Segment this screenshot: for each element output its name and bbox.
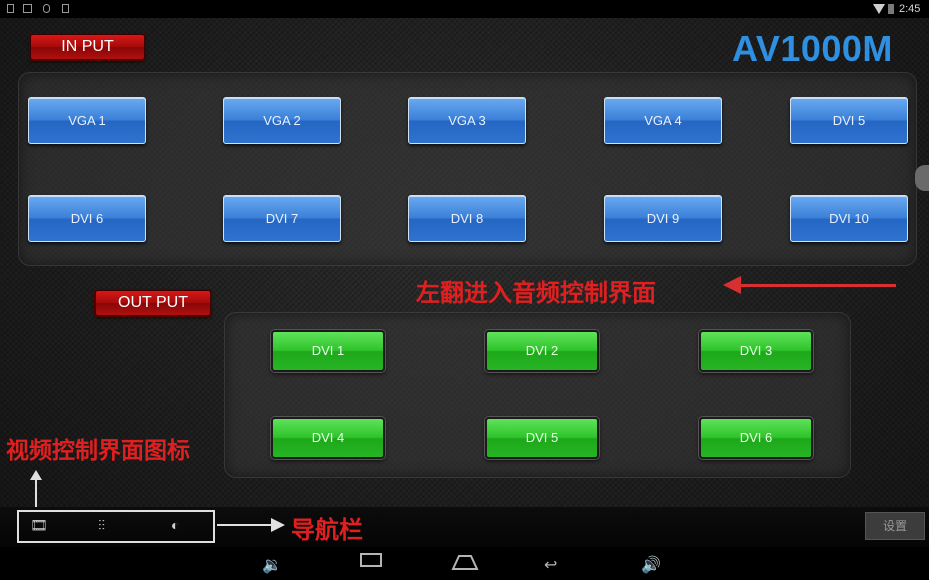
annotation-arrow-right-head bbox=[271, 518, 285, 532]
input-button-dvi-5[interactable]: DVI 5 bbox=[790, 97, 908, 144]
input-button-dvi-6[interactable]: DVI 6 bbox=[28, 195, 146, 242]
output-button-dvi-6[interactable]: DVI 6 bbox=[699, 417, 813, 459]
sd-card-icon bbox=[62, 4, 69, 13]
shield-notification-icon bbox=[43, 4, 50, 13]
output-button-dvi-4[interactable]: DVI 4 bbox=[271, 417, 385, 459]
app-screen: 2:45 IN PUT AV1000M VGA 1 VGA 2 VGA 3 VG… bbox=[0, 0, 929, 580]
input-section-label: IN PUT bbox=[30, 34, 145, 60]
annotation-arrow-left-head bbox=[723, 276, 741, 294]
input-button-vga-4[interactable]: VGA 4 bbox=[604, 97, 722, 144]
image-notification-icon bbox=[23, 4, 32, 13]
settings-button[interactable]: 设置 bbox=[865, 512, 925, 540]
status-bar: 2:45 bbox=[0, 0, 929, 18]
output-button-dvi-2[interactable]: DVI 2 bbox=[485, 330, 599, 372]
notification-icon bbox=[7, 4, 14, 13]
output-button-dvi-3[interactable]: DVI 3 bbox=[699, 330, 813, 372]
recent-apps-icon[interactable] bbox=[360, 553, 382, 572]
input-button-dvi-9[interactable]: DVI 9 bbox=[604, 195, 722, 242]
video-control-icon[interactable]: 🎞 bbox=[30, 517, 48, 534]
audio-mixer-icon[interactable]: ⫶⫶ bbox=[98, 517, 105, 534]
input-button-dvi-7[interactable]: DVI 7 bbox=[223, 195, 341, 242]
annotation-swipe-left: 左翻进入音频控制界面 bbox=[416, 278, 656, 307]
status-time: 2:45 bbox=[899, 3, 921, 15]
input-button-dvi-8[interactable]: DVI 8 bbox=[408, 195, 526, 242]
annotation-arrow-right-line bbox=[217, 524, 273, 526]
input-button-vga-2[interactable]: VGA 2 bbox=[223, 97, 341, 144]
annotation-video-icon: 视频控制界面图标 bbox=[6, 437, 190, 464]
back-icon[interactable]: ↩ bbox=[544, 555, 557, 575]
output-button-dvi-1[interactable]: DVI 1 bbox=[271, 330, 385, 372]
side-drawer-handle[interactable] bbox=[915, 165, 929, 191]
input-button-vga-1[interactable]: VGA 1 bbox=[28, 97, 146, 144]
battery-icon bbox=[888, 4, 894, 14]
app-title: AV1000M bbox=[732, 28, 893, 69]
output-section-label: OUT PUT bbox=[95, 290, 211, 316]
wifi-icon bbox=[873, 4, 885, 14]
home-icon[interactable] bbox=[451, 553, 479, 576]
annotation-nav-bar: 导航栏 bbox=[291, 515, 363, 544]
volume-down-icon[interactable]: 🔉 bbox=[262, 555, 282, 575]
globe-icon[interactable]: ◐ bbox=[171, 517, 179, 533]
input-button-dvi-10[interactable]: DVI 10 bbox=[790, 195, 908, 242]
volume-up-icon[interactable]: 🔊 bbox=[641, 555, 661, 575]
input-button-vga-3[interactable]: VGA 3 bbox=[408, 97, 526, 144]
output-button-dvi-5[interactable]: DVI 5 bbox=[485, 417, 599, 459]
annotation-arrow-left-line bbox=[740, 284, 896, 287]
